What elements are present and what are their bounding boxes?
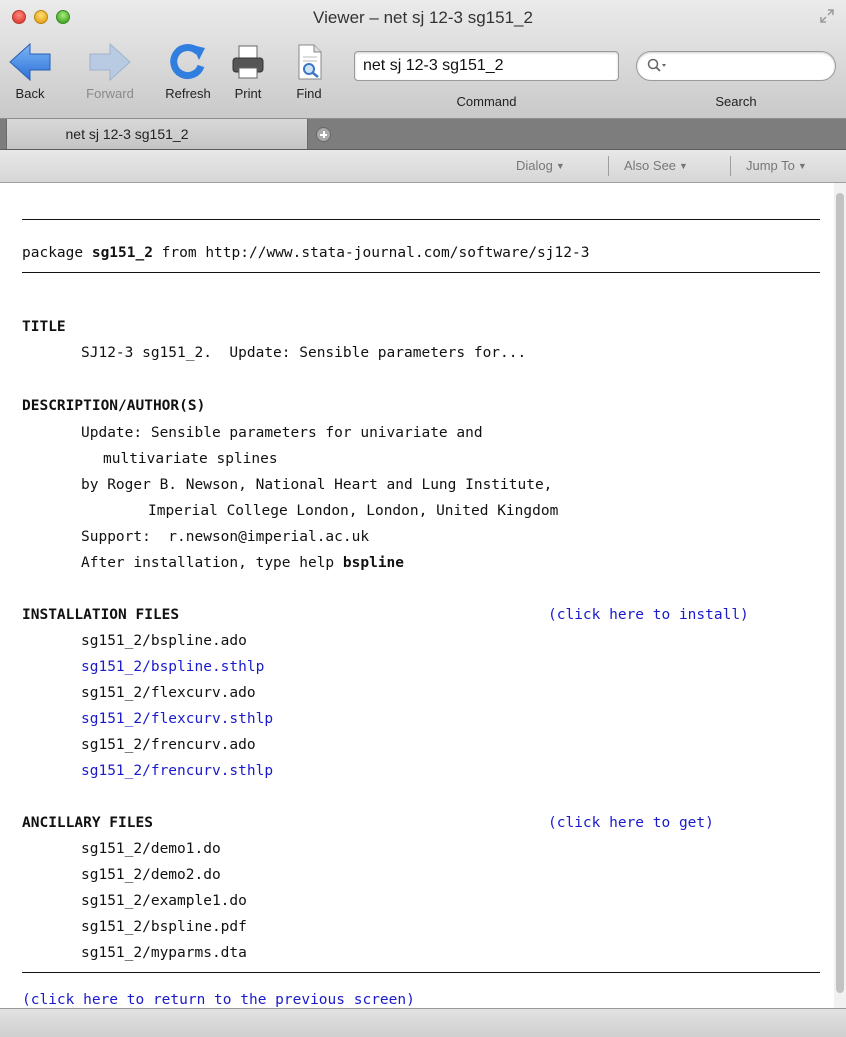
search-input[interactable] xyxy=(636,51,836,81)
install-file: sg151_2/frencurv.ado xyxy=(81,737,256,753)
back-button[interactable]: Back xyxy=(8,42,52,101)
get-link[interactable]: (click here to get) xyxy=(548,814,714,832)
search-icon[interactable] xyxy=(647,58,669,74)
package-source: from http://www.stata-journal.com/softwa… xyxy=(152,245,590,261)
find-document-icon xyxy=(298,44,322,80)
refresh-icon xyxy=(170,44,205,79)
refresh-button[interactable]: Refresh xyxy=(158,42,218,101)
get-link-text: (click here to get) xyxy=(548,815,714,831)
back-arrow-icon xyxy=(9,42,51,82)
divider xyxy=(22,272,820,273)
command-input[interactable] xyxy=(354,51,619,81)
window-chrome: Viewer – net sj 12-3 sg151_2 Back Forwar… xyxy=(0,0,846,119)
command-label: Command xyxy=(456,94,517,109)
package-name: sg151_2 xyxy=(91,245,153,261)
menu-divider xyxy=(608,156,609,176)
ancillary-file: sg151_2/example1.do xyxy=(81,893,247,909)
ancillary-file: sg151_2/demo1.do xyxy=(81,841,221,857)
chevron-down-icon: ▼ xyxy=(797,161,807,171)
tab-bar: net sj 12-3 sg151_2 xyxy=(0,119,846,150)
title-text: SJ12-3 sg151_2. Update: Sensible paramet… xyxy=(81,345,527,361)
viewer-menu-bar: Dialog ▼ Also See ▼ Jump To ▼ xyxy=(0,150,846,183)
refresh-label: Refresh xyxy=(165,86,211,101)
ancillary-file: sg151_2/bspline.pdf xyxy=(81,919,247,935)
divider xyxy=(22,972,820,973)
return-link[interactable]: (click here to return to the previous sc… xyxy=(22,991,415,1008)
viewer-content: package sg151_2 from http://www.stata-jo… xyxy=(0,183,834,1008)
jump-to-menu[interactable]: Jump To ▼ xyxy=(746,158,807,173)
forward-button[interactable]: Forward xyxy=(80,42,140,101)
install-file-link[interactable]: sg151_2/flexcurv.sthlp xyxy=(81,710,273,728)
back-label: Back xyxy=(15,86,45,101)
find-label: Find xyxy=(296,86,322,101)
fullscreen-icon[interactable] xyxy=(820,9,834,23)
help-command: bspline xyxy=(342,555,405,571)
menu-divider xyxy=(730,156,731,176)
search-label: Search xyxy=(715,94,757,109)
window-title: Viewer – net sj 12-3 sg151_2 xyxy=(313,8,533,27)
ancillary-file: sg151_2/myparms.dta xyxy=(81,945,247,961)
package-line: package sg151_2 from http://www.stata-jo… xyxy=(22,244,589,262)
install-file-link[interactable]: sg151_2/bspline.sthlp xyxy=(81,658,264,676)
also-see-menu-label: Also See xyxy=(624,158,677,173)
chevron-down-icon: ▼ xyxy=(679,161,688,171)
status-bar xyxy=(0,1008,846,1037)
ancillary-heading: ANCILLARY FILES xyxy=(22,815,153,831)
divider xyxy=(22,219,820,220)
printer-icon xyxy=(232,45,264,79)
install-link-text: (click here to install) xyxy=(548,607,749,623)
title-heading: TITLE xyxy=(22,319,66,335)
dialog-menu[interactable]: Dialog ▼ xyxy=(516,158,565,173)
description-heading: DESCRIPTION/AUTHOR(S) xyxy=(22,398,206,414)
find-button[interactable]: Find xyxy=(292,42,326,101)
installation-heading: INSTALLATION FILES xyxy=(22,607,180,623)
print-button[interactable]: Print xyxy=(228,42,268,101)
also-see-menu[interactable]: Also See ▼ xyxy=(624,158,688,173)
dialog-menu-label: Dialog xyxy=(516,158,553,173)
chevron-down-icon: ▼ xyxy=(555,161,565,171)
help-prefix: After installation, type help xyxy=(81,555,343,571)
forward-label: Forward xyxy=(86,86,134,101)
support-line: Support: r.newson@imperial.ac.uk xyxy=(81,529,370,545)
tab-net-sj[interactable]: net sj 12-3 sg151_2 xyxy=(6,119,308,149)
add-tab-icon[interactable] xyxy=(316,127,331,142)
description-line: Imperial College London, London, United … xyxy=(148,503,559,519)
tab-label: net sj 12-3 sg151_2 xyxy=(65,126,189,142)
install-link[interactable]: (click here to install) xyxy=(548,606,749,624)
help-line: After installation, type help bspline xyxy=(81,554,404,572)
install-file: sg151_2/bspline.ado xyxy=(81,633,247,649)
ancillary-file: sg151_2/demo2.do xyxy=(81,867,221,883)
scrollbar-thumb[interactable] xyxy=(836,193,844,993)
title-bar: Viewer – net sj 12-3 sg151_2 xyxy=(0,0,846,34)
description-line: by Roger B. Newson, National Heart and L… xyxy=(81,477,553,493)
print-label: Print xyxy=(234,86,262,101)
description-line: Update: Sensible parameters for univaria… xyxy=(81,425,483,441)
vertical-scrollbar[interactable] xyxy=(834,183,846,1008)
package-prefix: package xyxy=(22,245,92,261)
forward-arrow-icon xyxy=(89,42,131,82)
jump-to-menu-label: Jump To xyxy=(746,158,795,173)
install-file-link[interactable]: sg151_2/frencurv.sthlp xyxy=(81,762,273,780)
install-file: sg151_2/flexcurv.ado xyxy=(81,685,256,701)
description-line: multivariate splines xyxy=(103,451,278,467)
